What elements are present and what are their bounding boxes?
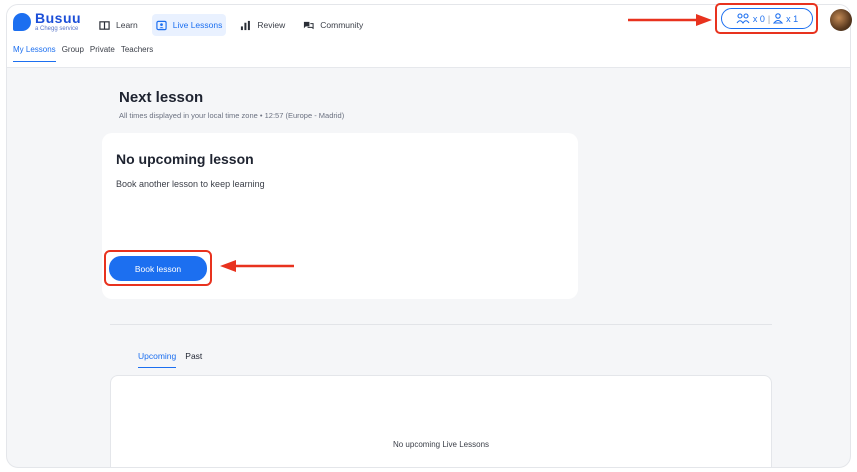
nav-item-review[interactable]: Review xyxy=(236,14,289,36)
nav-item-learn[interactable]: Learn xyxy=(95,14,142,36)
tab-upcoming[interactable]: Upcoming xyxy=(138,351,177,368)
nav-item-label: Learn xyxy=(116,20,138,30)
chat-icon xyxy=(304,21,314,29)
book-lesson-button[interactable]: Book lesson xyxy=(109,256,207,281)
main-nav: Learn Live Lessons Review Community xyxy=(95,14,367,36)
nav-item-label: Live Lessons xyxy=(172,20,223,30)
tab-past[interactable]: Past xyxy=(185,351,202,368)
app-window: Busuu a Chegg service Learn Live Lessons… xyxy=(6,4,851,468)
busuu-logo[interactable]: Busuu a Chegg service xyxy=(13,11,81,32)
empty-state-text: No upcoming Live Lessons xyxy=(392,440,490,449)
annotation-arrow-right-icon xyxy=(628,14,712,26)
lesson-tabs: Upcoming Past xyxy=(138,351,202,368)
group-icon xyxy=(736,13,750,24)
subnav-teachers[interactable]: Teachers xyxy=(121,45,153,62)
nav-item-label: Community xyxy=(320,20,364,30)
lessons-panel: No upcoming Live Lessons xyxy=(110,375,772,467)
page-title: Next lesson xyxy=(119,89,204,106)
card-title: No upcoming lesson xyxy=(116,151,254,167)
book-icon xyxy=(99,20,110,30)
lessons-subnav: My Lessons Group Private Teachers xyxy=(13,45,153,62)
video-icon xyxy=(156,20,167,30)
card-text: Book another lesson to keep learning xyxy=(116,179,265,189)
subnav-my-lessons[interactable]: My Lessons xyxy=(13,45,56,62)
annotation-arrow-left-icon xyxy=(220,260,294,272)
group-credit-count: x 0 xyxy=(752,13,765,24)
subnav-private[interactable]: Private xyxy=(90,45,115,62)
subnav-group[interactable]: Group xyxy=(62,45,84,62)
logo-word: Busuu xyxy=(35,10,82,26)
bar-chart-icon xyxy=(241,20,251,30)
nav-item-live-lessons[interactable]: Live Lessons xyxy=(151,14,227,36)
logo-mark-icon xyxy=(13,12,31,31)
credit-separator: | xyxy=(767,13,771,24)
private-credit-count: x 1 xyxy=(786,13,799,24)
timezone-note: All times displayed in your local time z… xyxy=(119,111,345,120)
nav-item-label: Review xyxy=(257,20,286,30)
lesson-credits-pill[interactable]: x 0 | x 1 xyxy=(721,8,813,29)
person-icon xyxy=(773,13,784,24)
section-divider xyxy=(110,324,772,325)
avatar[interactable] xyxy=(830,9,852,31)
logo-tagline: a Chegg service xyxy=(35,26,79,32)
nav-item-community[interactable]: Community xyxy=(299,14,367,36)
